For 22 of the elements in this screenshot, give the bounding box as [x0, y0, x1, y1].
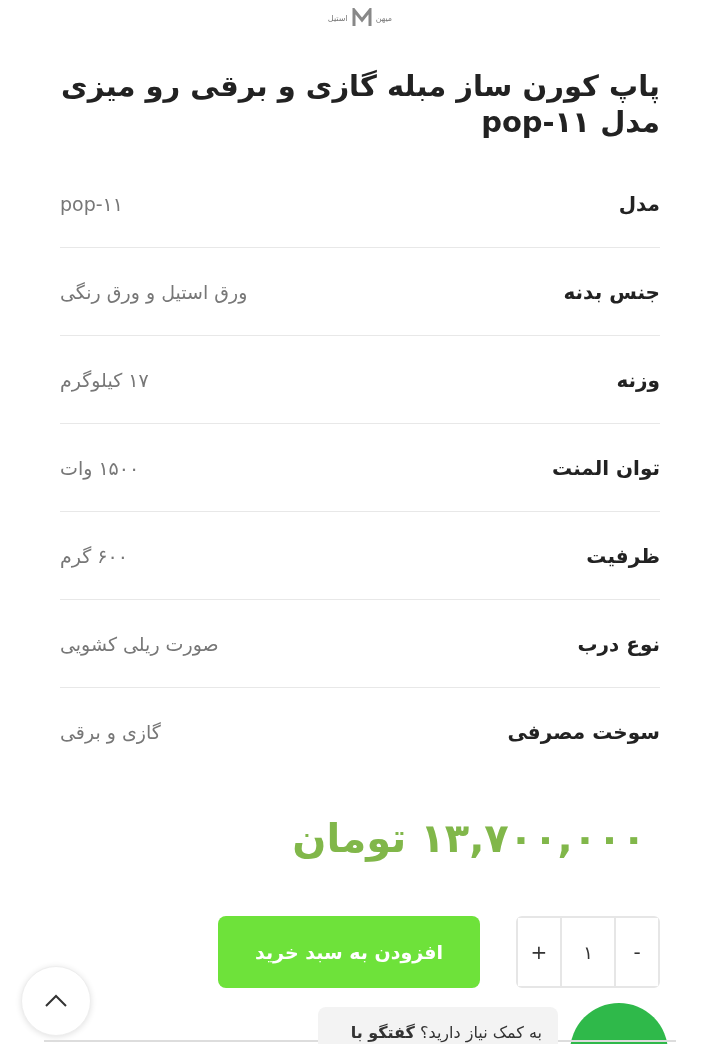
spec-label: جنس بدنه	[563, 279, 660, 304]
logo-name: میهن	[375, 13, 393, 23]
spec-label: نوع درب	[577, 631, 660, 656]
spec-value: ۱۵۰۰ وات	[60, 456, 140, 479]
spec-value: pop-۱۱	[60, 192, 123, 215]
spec-label: توان المنت	[551, 455, 660, 480]
spec-label: ظرفیت	[586, 543, 660, 568]
chat-prompt[interactable]: به کمک نیاز دارید؟ گفتگو با	[318, 1007, 558, 1044]
chevron-up-icon	[44, 994, 68, 1008]
spec-label: وزنه	[616, 367, 660, 392]
logo[interactable]: میهن استیل	[60, 0, 660, 30]
price: ۱۳,۷۰۰,۰۰۰ تومان	[292, 815, 646, 861]
spec-label: سوخت مصرفی	[507, 719, 660, 744]
product-title: پاپ کورن ساز مبله گازی و برقی رو میزی مدل pop-۱۱	[60, 68, 660, 140]
spec-value: ۶۰۰ گرم	[60, 544, 128, 567]
spec-label: مدل	[618, 191, 660, 216]
logo-icon	[351, 8, 372, 28]
spec-value: گازی و برقی	[60, 720, 161, 743]
spec-value: صورت ریلی کشویی	[60, 632, 219, 655]
logo-subtitle: استیل	[327, 13, 348, 23]
spec-value: ۱۷ کیلوگرم	[60, 368, 149, 391]
spec-value: ورق استیل و ورق رنگی	[60, 280, 248, 303]
